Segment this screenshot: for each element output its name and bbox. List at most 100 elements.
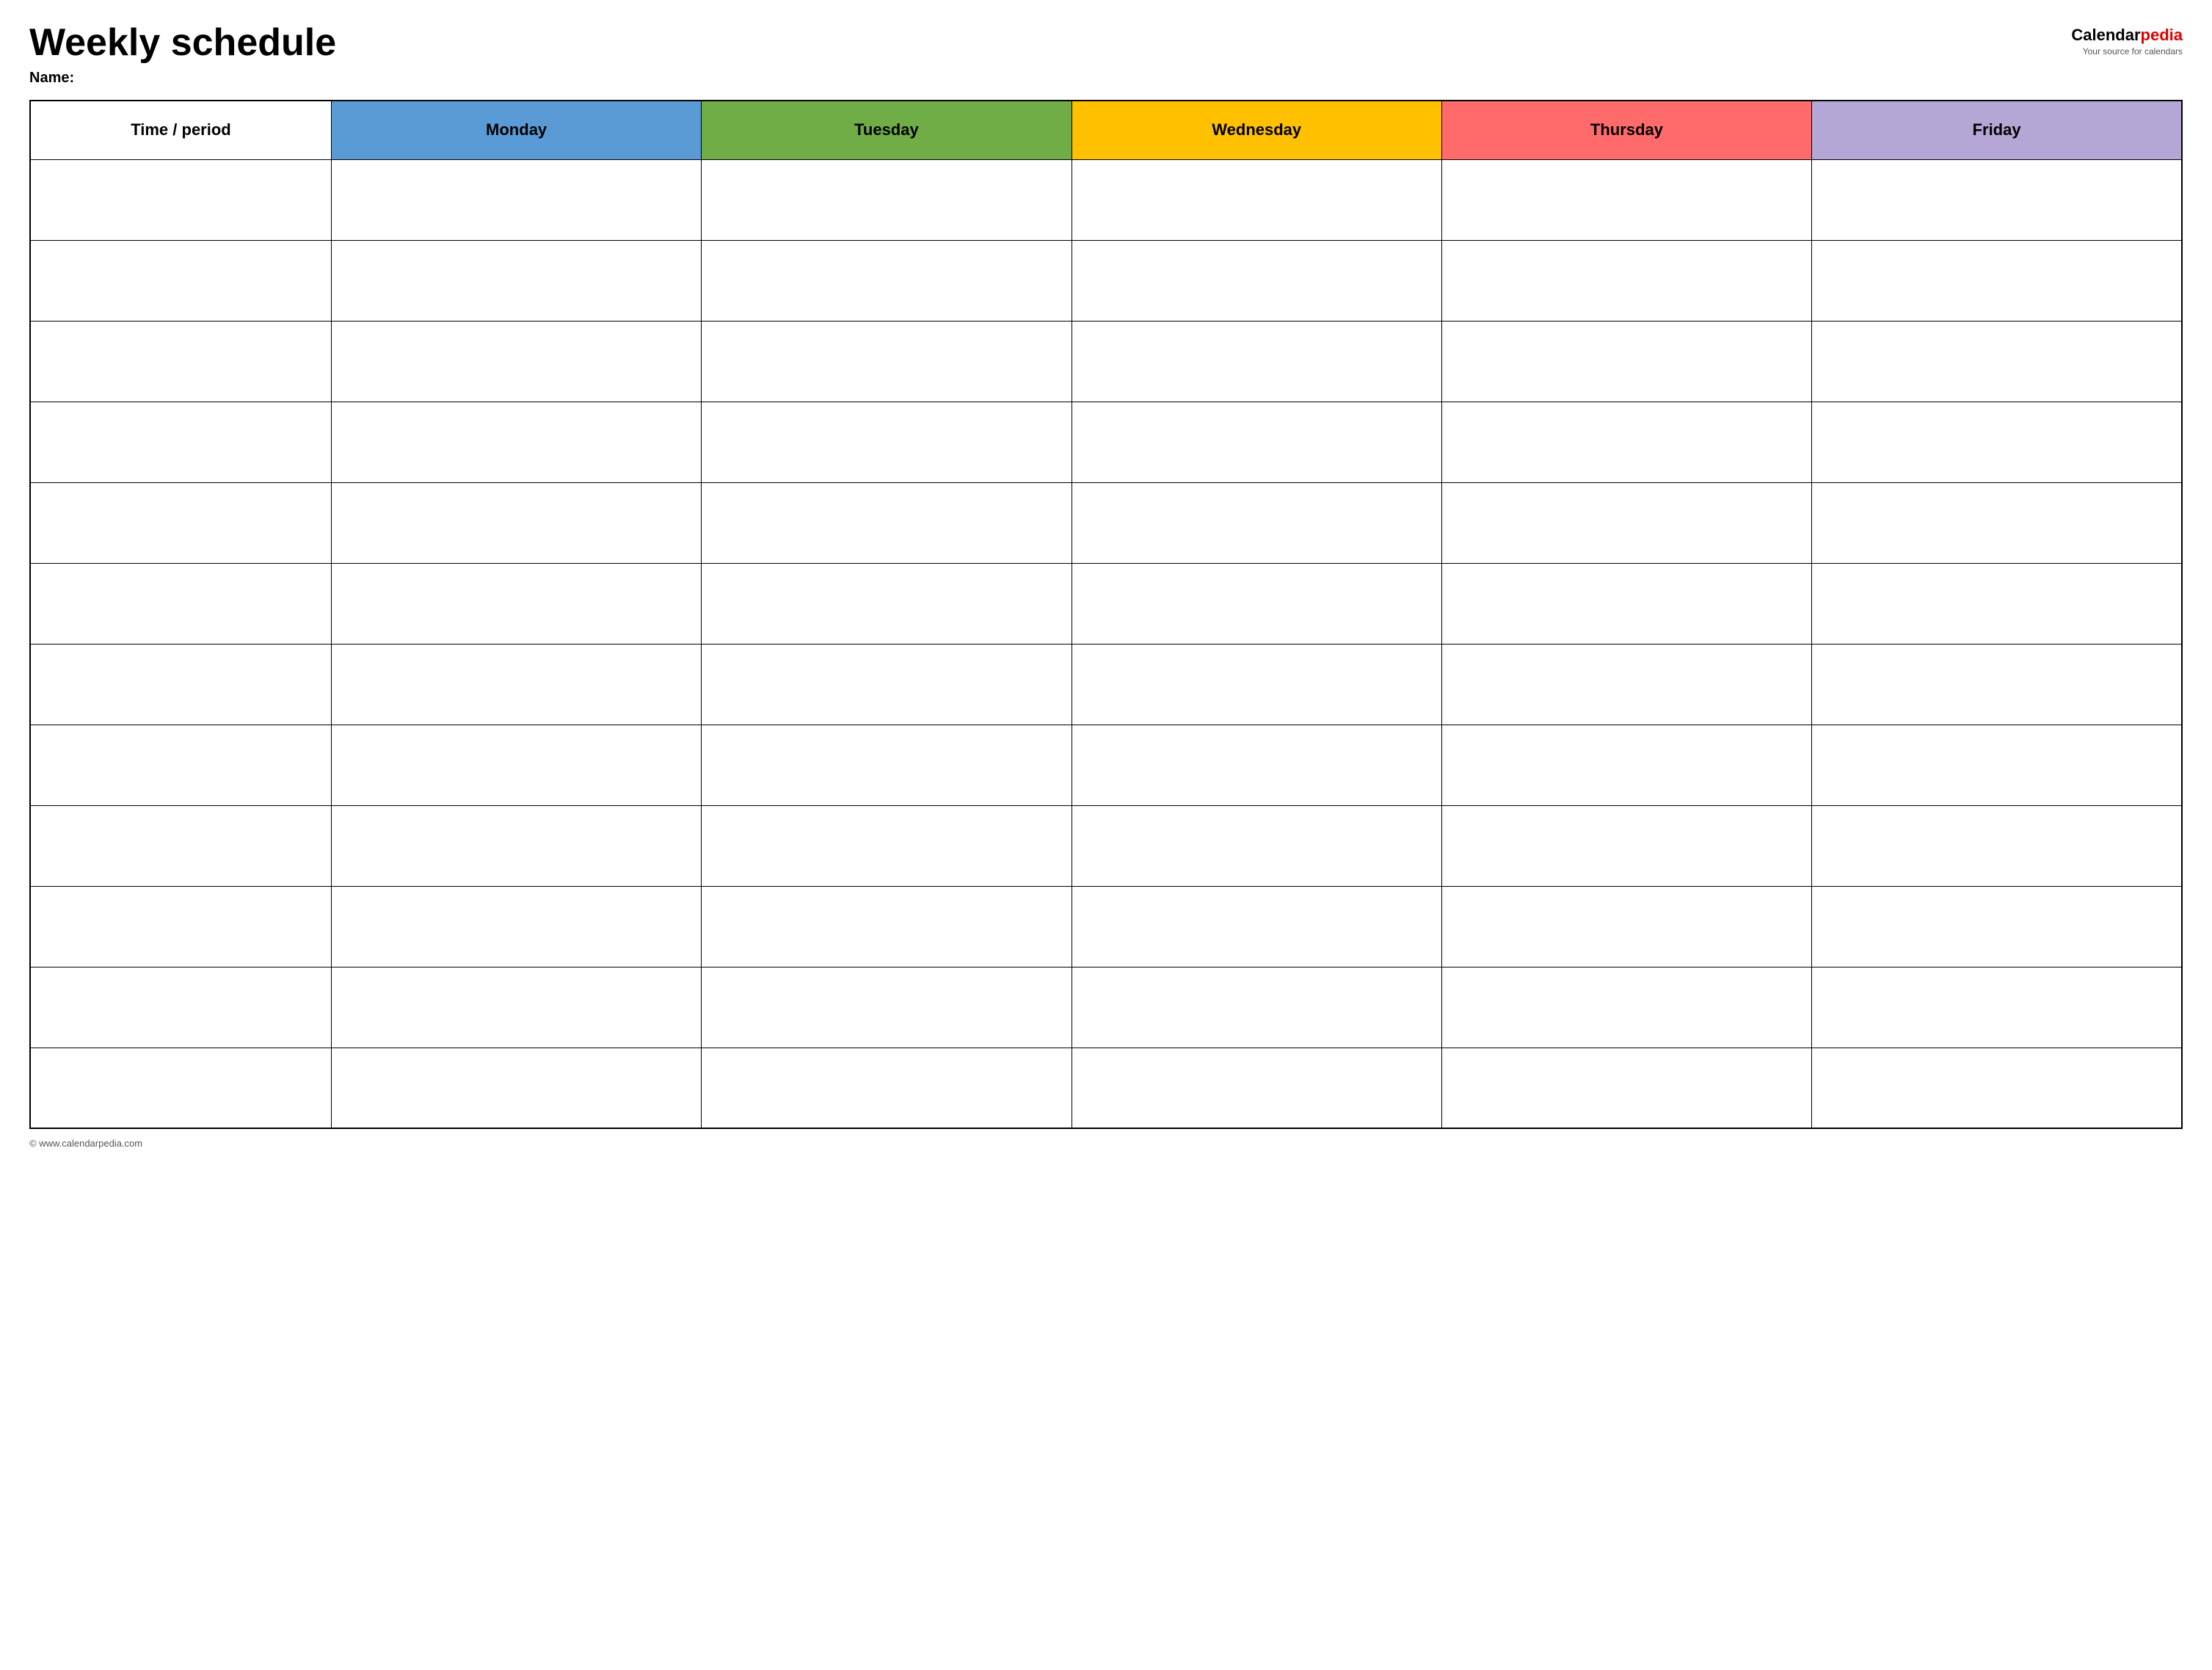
logo-pedia: pedia bbox=[2141, 26, 2183, 44]
schedule-cell[interactable] bbox=[1441, 159, 1811, 240]
schedule-table: Time / period Monday Tuesday Wednesday T… bbox=[29, 100, 2183, 1129]
table-row bbox=[30, 159, 2182, 240]
time-cell[interactable] bbox=[30, 644, 331, 725]
schedule-cell[interactable] bbox=[331, 482, 701, 563]
time-cell[interactable] bbox=[30, 1048, 331, 1128]
schedule-cell[interactable] bbox=[331, 805, 701, 886]
table-row bbox=[30, 805, 2182, 886]
schedule-cell[interactable] bbox=[702, 321, 1072, 402]
time-cell[interactable] bbox=[30, 725, 331, 805]
schedule-cell[interactable] bbox=[1072, 563, 1441, 644]
schedule-cell[interactable] bbox=[1441, 805, 1811, 886]
logo-text: Calendarpedia bbox=[2071, 26, 2183, 45]
schedule-cell[interactable] bbox=[1441, 482, 1811, 563]
time-cell[interactable] bbox=[30, 563, 331, 644]
schedule-cell[interactable] bbox=[702, 1048, 1072, 1128]
logo-tagline: Your source for calendars bbox=[2083, 46, 2183, 57]
schedule-cell[interactable] bbox=[1812, 402, 2182, 482]
schedule-cell[interactable] bbox=[1072, 321, 1441, 402]
schedule-cell[interactable] bbox=[702, 159, 1072, 240]
schedule-cell[interactable] bbox=[702, 644, 1072, 725]
schedule-cell[interactable] bbox=[1072, 240, 1441, 321]
schedule-cell[interactable] bbox=[1441, 967, 1811, 1048]
time-cell[interactable] bbox=[30, 321, 331, 402]
time-cell[interactable] bbox=[30, 805, 331, 886]
schedule-cell[interactable] bbox=[1441, 321, 1811, 402]
schedule-cell[interactable] bbox=[1072, 805, 1441, 886]
col-header-thursday: Thursday bbox=[1441, 101, 1811, 159]
schedule-cell[interactable] bbox=[1072, 1048, 1441, 1128]
schedule-cell[interactable] bbox=[702, 725, 1072, 805]
table-header-row: Time / period Monday Tuesday Wednesday T… bbox=[30, 101, 2182, 159]
time-cell[interactable] bbox=[30, 402, 331, 482]
schedule-cell[interactable] bbox=[1072, 725, 1441, 805]
schedule-cell[interactable] bbox=[1072, 482, 1441, 563]
schedule-cell[interactable] bbox=[702, 402, 1072, 482]
time-cell[interactable] bbox=[30, 159, 331, 240]
schedule-cell[interactable] bbox=[1441, 886, 1811, 967]
schedule-cell[interactable] bbox=[1812, 321, 2182, 402]
schedule-cell[interactable] bbox=[702, 563, 1072, 644]
schedule-cell[interactable] bbox=[1812, 240, 2182, 321]
schedule-cell[interactable] bbox=[1812, 1048, 2182, 1128]
schedule-cell[interactable] bbox=[1441, 1048, 1811, 1128]
logo-calendar: Calendar bbox=[2071, 26, 2140, 44]
schedule-cell[interactable] bbox=[331, 159, 701, 240]
schedule-cell[interactable] bbox=[1812, 159, 2182, 240]
schedule-cell[interactable] bbox=[331, 886, 701, 967]
schedule-cell[interactable] bbox=[331, 240, 701, 321]
time-cell[interactable] bbox=[30, 967, 331, 1048]
schedule-cell[interactable] bbox=[1441, 240, 1811, 321]
schedule-cell[interactable] bbox=[1812, 805, 2182, 886]
footer-url: © www.calendarpedia.com bbox=[29, 1138, 142, 1149]
time-cell[interactable] bbox=[30, 482, 331, 563]
col-header-tuesday: Tuesday bbox=[702, 101, 1072, 159]
schedule-cell[interactable] bbox=[1072, 159, 1441, 240]
table-row bbox=[30, 563, 2182, 644]
schedule-cell[interactable] bbox=[702, 967, 1072, 1048]
schedule-cell[interactable] bbox=[331, 1048, 701, 1128]
schedule-cell[interactable] bbox=[1441, 644, 1811, 725]
schedule-cell[interactable] bbox=[702, 805, 1072, 886]
table-row bbox=[30, 967, 2182, 1048]
schedule-cell[interactable] bbox=[331, 321, 701, 402]
title-section: Weekly schedule Name: bbox=[29, 22, 336, 87]
schedule-cell[interactable] bbox=[331, 402, 701, 482]
schedule-cell[interactable] bbox=[1812, 967, 2182, 1048]
schedule-cell[interactable] bbox=[1812, 886, 2182, 967]
table-row bbox=[30, 402, 2182, 482]
table-row bbox=[30, 321, 2182, 402]
schedule-cell[interactable] bbox=[331, 967, 701, 1048]
schedule-cell[interactable] bbox=[331, 644, 701, 725]
schedule-cell[interactable] bbox=[1441, 725, 1811, 805]
time-cell[interactable] bbox=[30, 240, 331, 321]
footer: © www.calendarpedia.com bbox=[29, 1138, 2183, 1149]
page-title: Weekly schedule bbox=[29, 22, 336, 64]
schedule-cell[interactable] bbox=[1072, 402, 1441, 482]
schedule-cell[interactable] bbox=[702, 886, 1072, 967]
schedule-cell[interactable] bbox=[1812, 725, 2182, 805]
table-row bbox=[30, 725, 2182, 805]
schedule-cell[interactable] bbox=[1812, 644, 2182, 725]
schedule-cell[interactable] bbox=[1441, 563, 1811, 644]
table-row bbox=[30, 240, 2182, 321]
schedule-cell[interactable] bbox=[702, 240, 1072, 321]
table-row bbox=[30, 1048, 2182, 1128]
schedule-cell[interactable] bbox=[1812, 563, 2182, 644]
schedule-cell[interactable] bbox=[1441, 402, 1811, 482]
schedule-cell[interactable] bbox=[331, 725, 701, 805]
schedule-cell[interactable] bbox=[1072, 886, 1441, 967]
col-header-monday: Monday bbox=[331, 101, 701, 159]
page-header: Weekly schedule Name: Calendarpedia Your… bbox=[29, 22, 2183, 87]
table-row bbox=[30, 886, 2182, 967]
col-header-wednesday: Wednesday bbox=[1072, 101, 1441, 159]
col-header-friday: Friday bbox=[1812, 101, 2182, 159]
schedule-cell[interactable] bbox=[1812, 482, 2182, 563]
schedule-cell[interactable] bbox=[702, 482, 1072, 563]
schedule-cell[interactable] bbox=[331, 563, 701, 644]
col-header-time: Time / period bbox=[30, 101, 331, 159]
table-row bbox=[30, 644, 2182, 725]
time-cell[interactable] bbox=[30, 886, 331, 967]
schedule-cell[interactable] bbox=[1072, 967, 1441, 1048]
schedule-cell[interactable] bbox=[1072, 644, 1441, 725]
